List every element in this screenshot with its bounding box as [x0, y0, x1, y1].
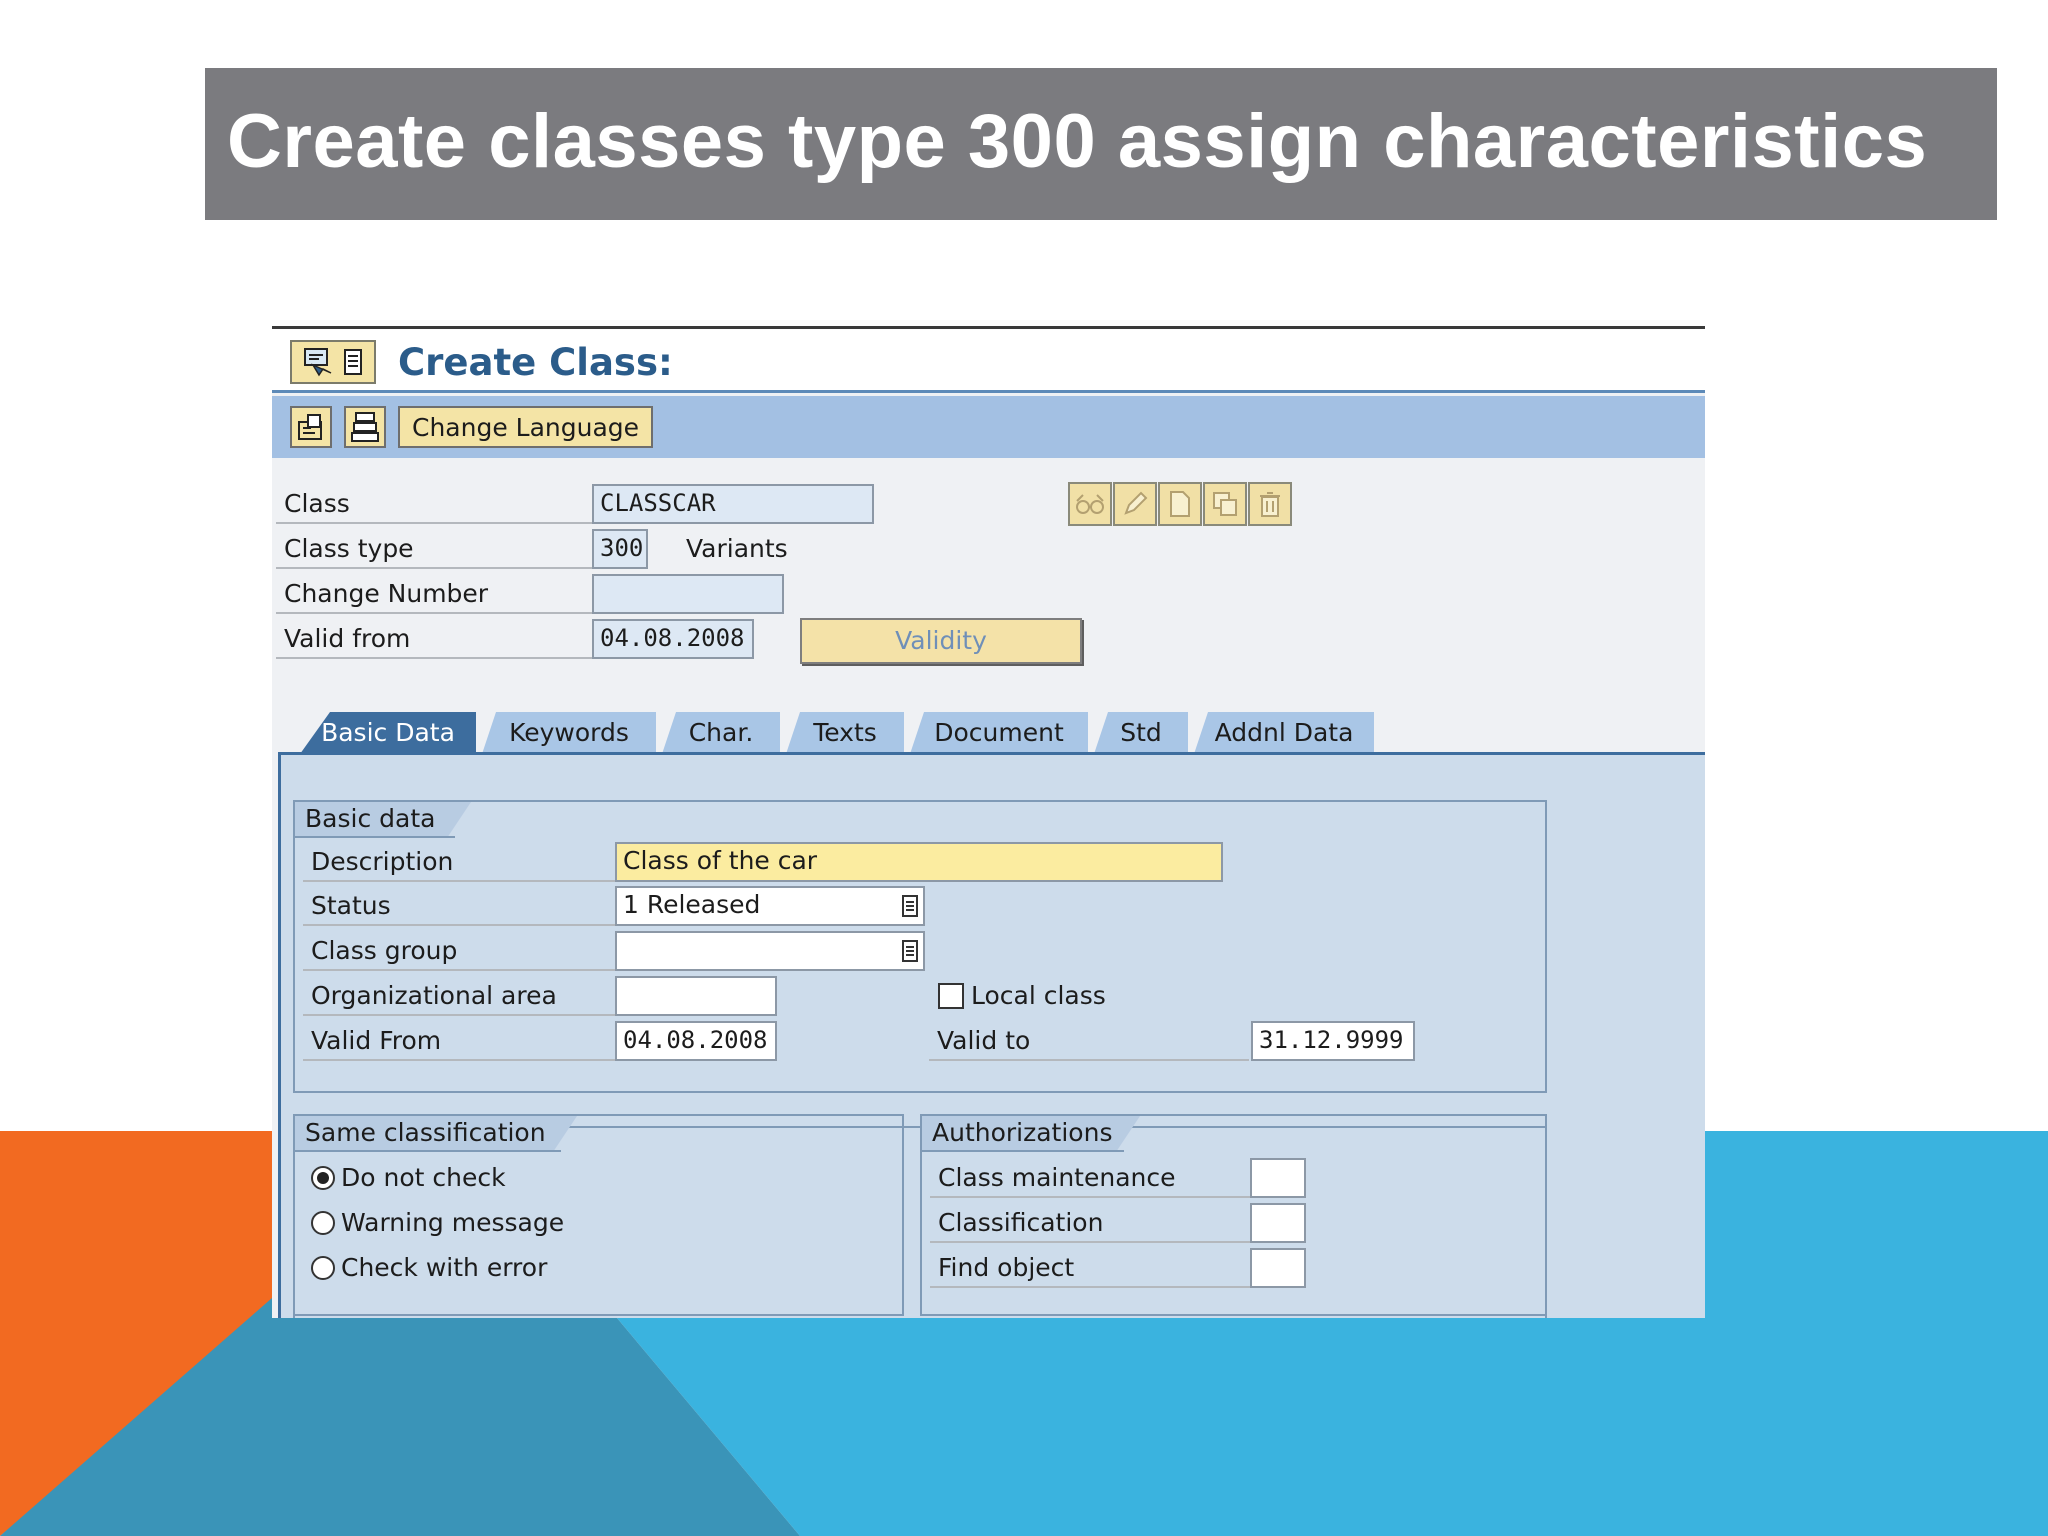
dropdown-list-icon[interactable]	[901, 894, 919, 918]
class-group-label: Class group	[303, 931, 615, 971]
warning-message-label: Warning message	[341, 1208, 565, 1237]
description-label: Description	[303, 842, 615, 882]
glasses-icon	[1076, 494, 1104, 514]
valid-from-label: Valid from	[276, 619, 592, 659]
sap-title-bar: Create Class:	[272, 329, 1705, 393]
tab-keywords[interactable]: Keywords	[482, 712, 656, 754]
change-button[interactable]	[1113, 482, 1157, 526]
sap-create-class-window: Create Class: Change Language Class CLAS…	[272, 326, 1705, 1318]
same-classification-title-line	[295, 1150, 561, 1152]
check-with-error-label: Check with error	[341, 1253, 548, 1282]
status-label: Status	[303, 886, 615, 926]
tab-basic-data[interactable]: Basic Data	[300, 712, 476, 754]
copy-button[interactable]	[1203, 482, 1247, 526]
screen-menu-icons[interactable]	[290, 340, 376, 384]
valid-from-field[interactable]: 04.08.2008	[592, 619, 754, 659]
class-maintenance-field[interactable]	[1250, 1158, 1306, 1198]
authorizations-title-line	[922, 1150, 1124, 1152]
authorizations-groupbox: Authorizations Class maintenance Classif…	[920, 1114, 1547, 1316]
find-object-field[interactable]	[1250, 1248, 1306, 1288]
tab-document[interactable]: Document	[910, 712, 1088, 754]
document-icon	[1170, 491, 1190, 517]
organizational-area-field[interactable]	[615, 976, 777, 1016]
warning-message-radio[interactable]	[311, 1211, 335, 1235]
copy-icon	[1213, 492, 1237, 516]
validity-button[interactable]: Validity	[800, 618, 1082, 664]
valid-from-basic-label: Valid From	[303, 1021, 615, 1061]
valid-to-label: Valid to	[929, 1021, 1249, 1061]
classification-field[interactable]	[1250, 1203, 1306, 1243]
description-field[interactable]: Class of the car	[615, 842, 1223, 882]
pencil-icon	[1124, 491, 1148, 515]
do-not-check-radio[interactable]	[311, 1166, 335, 1190]
menu-list-icon[interactable]	[343, 348, 363, 376]
dropdown-list-icon[interactable]	[901, 939, 919, 963]
class-maintenance-label: Class maintenance	[930, 1158, 1250, 1198]
title-underline	[272, 390, 1705, 393]
create-button[interactable]	[1158, 482, 1202, 526]
do-not-check-label: Do not check	[341, 1163, 506, 1192]
tab-addnl-data[interactable]: Addnl Data	[1194, 712, 1374, 754]
tab-char[interactable]: Char.	[662, 712, 780, 754]
class-group-dropdown[interactable]	[615, 931, 925, 971]
application-toolbar: Change Language	[272, 396, 1705, 458]
status-value: 1 Released	[623, 890, 761, 919]
class-type-text: Variants	[686, 534, 788, 563]
authorizations-title: Authorizations	[922, 1116, 1140, 1152]
display-button[interactable]	[1068, 482, 1112, 526]
classification-label: Classification	[930, 1203, 1250, 1243]
local-class-label: Local class	[971, 981, 1106, 1010]
tab-texts[interactable]: Texts	[786, 712, 904, 754]
class-type-field[interactable]: 300	[592, 529, 648, 569]
menu-screen-icon[interactable]	[303, 347, 337, 377]
slide-title-banner: Create classes type 300 assign character…	[205, 68, 1997, 220]
class-type-label: Class type	[276, 529, 592, 569]
basic-data-groupbox: Basic data Description Class of the car …	[293, 800, 1547, 1093]
hierarchy-button[interactable]	[344, 406, 386, 448]
folder-switch-icon	[298, 414, 322, 440]
header-icon-group	[1068, 482, 1293, 526]
class-label: Class	[276, 484, 592, 524]
delete-button[interactable]	[1248, 482, 1292, 526]
slide-title: Create classes type 300 assign character…	[227, 99, 1928, 184]
other-class-button[interactable]	[290, 406, 332, 448]
valid-from-basic-field[interactable]: 04.08.2008	[615, 1021, 777, 1061]
same-classification-title: Same classification	[295, 1116, 577, 1152]
stack-icon	[351, 412, 379, 442]
trash-icon	[1260, 492, 1280, 517]
screen-title: Create Class:	[398, 341, 673, 384]
change-number-field[interactable]	[592, 574, 784, 614]
valid-to-field[interactable]: 31.12.9999	[1251, 1021, 1415, 1061]
tab-std[interactable]: Std	[1094, 712, 1188, 754]
find-object-label: Find object	[930, 1248, 1250, 1288]
change-language-label: Change Language	[412, 412, 640, 442]
change-language-button[interactable]: Change Language	[398, 406, 654, 448]
change-number-label: Change Number	[276, 574, 592, 614]
status-dropdown[interactable]: 1 Released	[615, 886, 925, 926]
basic-data-title-line	[295, 836, 455, 838]
same-classification-groupbox: Same classification Do not check Warning…	[293, 1114, 904, 1316]
organizational-area-label: Organizational area	[303, 976, 615, 1016]
basic-data-title: Basic data	[295, 802, 471, 838]
class-field[interactable]: CLASSCAR	[592, 484, 874, 524]
check-with-error-radio[interactable]	[311, 1256, 335, 1280]
local-class-checkbox[interactable]	[938, 983, 964, 1009]
